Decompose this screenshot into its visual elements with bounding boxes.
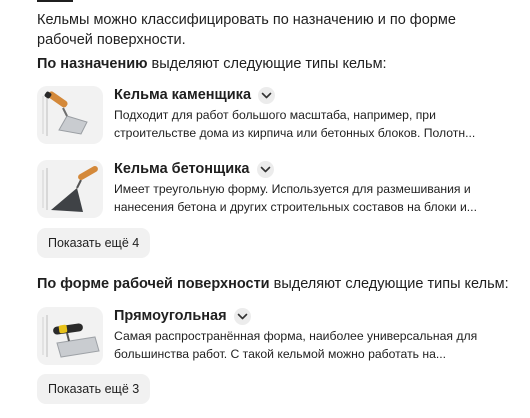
show-more-button[interactable]: Показать ещё 3 bbox=[37, 374, 151, 404]
item-title[interactable]: Прямоугольная bbox=[114, 307, 251, 326]
item-title-text[interactable]: Кельма каменщика bbox=[114, 86, 251, 105]
section-heading-bold: По назначению bbox=[37, 56, 148, 72]
section-heading-shape: По форме рабочей поверхности выделяют сл… bbox=[37, 274, 509, 294]
chevron-down-icon[interactable] bbox=[258, 87, 276, 104]
item-title[interactable]: Кельма каменщика bbox=[114, 86, 276, 105]
item-title[interactable]: Кельма бетонщика bbox=[114, 160, 274, 179]
section-heading-purpose: По назначению выделяют следующие типы ке… bbox=[37, 54, 387, 74]
list-item-mason-trowel[interactable]: Кельма каменщика Подходит для работ боль… bbox=[37, 86, 507, 146]
top-divider bbox=[37, 0, 73, 2]
section-heading-rest: выделяют следующие типы кельм: bbox=[269, 276, 509, 292]
item-description: Имеет треугольную форму. Используется дл… bbox=[114, 182, 477, 214]
item-description: Самая распространённая форма, наиболее у… bbox=[114, 329, 478, 361]
chevron-down-icon[interactable] bbox=[256, 161, 274, 178]
list-item-concrete-trowel[interactable]: Кельма бетонщика Имеет треугольную форму… bbox=[37, 160, 507, 220]
item-title-text[interactable]: Кельма бетонщика bbox=[114, 160, 250, 179]
intro-text: Кельмы можно классифицировать по назначе… bbox=[37, 12, 456, 48]
mason-trowel-image bbox=[37, 86, 103, 144]
chevron-down-icon[interactable] bbox=[233, 308, 251, 325]
item-description: Подходит для работ большого масштаба, на… bbox=[114, 108, 476, 140]
concrete-trowel-image bbox=[37, 160, 103, 218]
item-title-text[interactable]: Прямоугольная bbox=[114, 307, 227, 326]
section-heading-rest: выделяют следующие типы кельм: bbox=[147, 56, 387, 72]
list-item-rectangular-trowel[interactable]: Прямоугольная Самая распространённая фор… bbox=[37, 307, 507, 367]
show-more-button[interactable]: Показать ещё 4 bbox=[37, 228, 151, 258]
rectangular-trowel-image bbox=[37, 307, 103, 365]
section-heading-bold: По форме рабочей поверхности bbox=[37, 276, 270, 292]
